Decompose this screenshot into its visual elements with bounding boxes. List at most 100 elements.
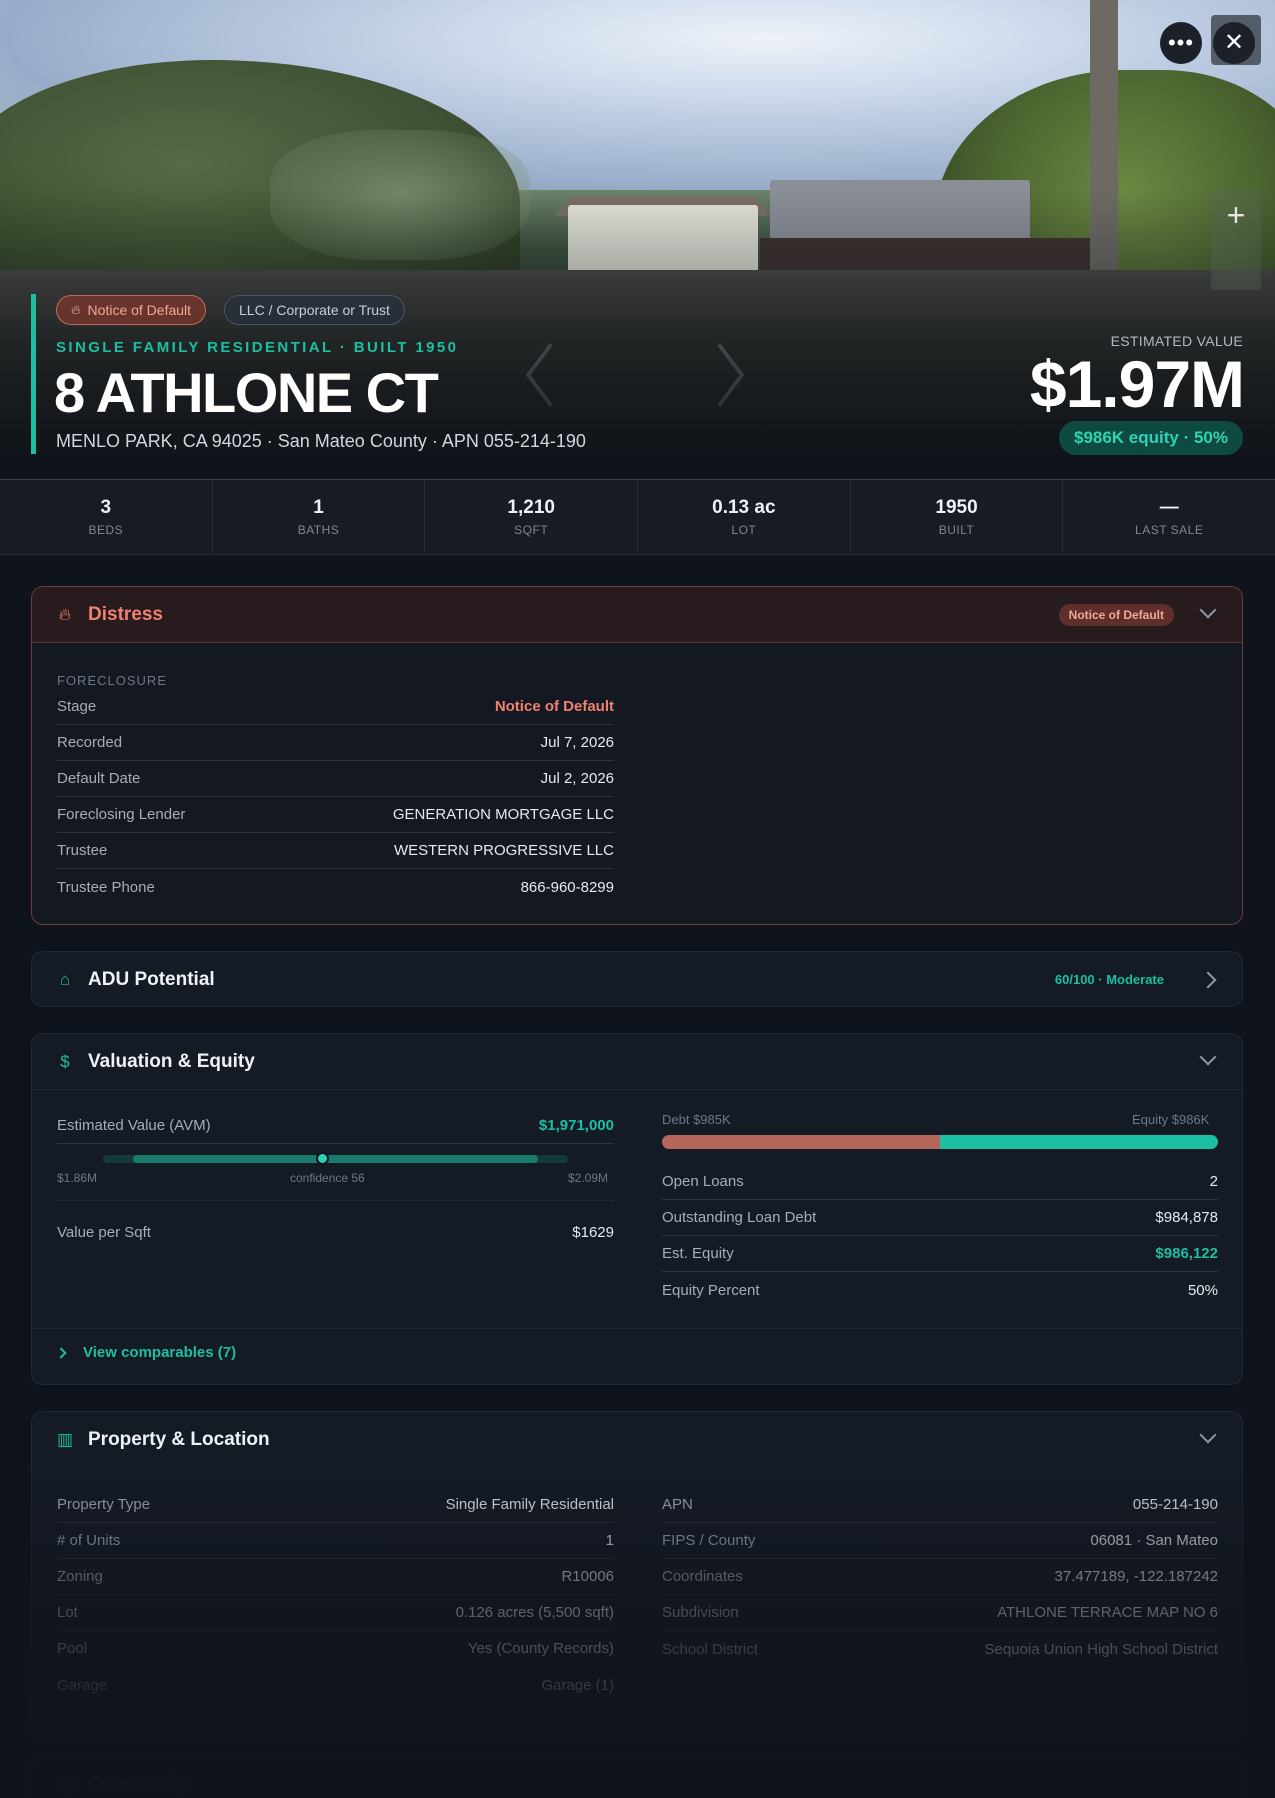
row-key: Foreclosing Lender [57, 806, 186, 823]
row-value: R10006 [561, 1568, 614, 1585]
row-key: Coordinates [662, 1568, 743, 1585]
chevron-right-icon [55, 1346, 67, 1359]
debt-equity-bar [662, 1135, 1218, 1149]
chevron-down-icon[interactable] [1199, 1048, 1217, 1066]
row-key: Subdivision [662, 1604, 739, 1621]
stat-label: BUILT [938, 523, 975, 537]
stat-sqft: 1,210 SQFT [425, 480, 639, 554]
row-value: Sequoia Union High School District [984, 1640, 1218, 1658]
property-location-line: MENLO PARK, CA 94025 · San Mateo County … [56, 431, 586, 451]
close-icon: ✕ [1223, 29, 1245, 56]
distress-row: Default Date Jul 2, 2026 [57, 761, 614, 797]
property-location-card: ▥ Property & Location Property Type Sing… [31, 1411, 1243, 1741]
stat-value: 1,210 [507, 497, 555, 518]
user-icon: ◯ [55, 1774, 75, 1793]
row-key: Property Type [57, 1496, 151, 1513]
stat-label: BEDS [88, 523, 124, 537]
chevron-down-icon[interactable] [1199, 1426, 1217, 1444]
ownership-title: Ownership [88, 1773, 187, 1794]
property-row: Pool Yes (County Records) [57, 1631, 614, 1667]
equity-row: Outstanding Loan Debt $984,878 [662, 1200, 1218, 1236]
valuation-header[interactable]: $ Valuation & Equity [32, 1034, 1242, 1090]
row-value: 2 [1209, 1173, 1218, 1190]
notice-of-default-tag: 🔥︎ Notice of Default [56, 295, 207, 325]
flame-icon: 🔥︎ [71, 302, 81, 317]
row-value: ATHLONE TERRACE MAP NO 6 [997, 1604, 1218, 1621]
divider [57, 1200, 614, 1201]
home-icon: ⌂ [59, 970, 71, 989]
adu-header[interactable]: ⌂ ADU Potential 60/100 · Moderate [32, 952, 1242, 1006]
dollar-icon: $ [60, 1051, 70, 1071]
row-key: # of Units [57, 1532, 121, 1549]
row-value: Yes (County Records) [467, 1640, 614, 1657]
divider [32, 1328, 1242, 1329]
chevron-right-icon[interactable] [1199, 971, 1217, 989]
adu-potential-card[interactable]: ⌂ ADU Potential 60/100 · Moderate [31, 951, 1243, 1007]
row-key: Pool [57, 1640, 88, 1657]
distress-row: Trustee WESTERN PROGRESSIVE LLC [57, 833, 614, 869]
row-key: Zoning [57, 1568, 103, 1585]
distress-row: Stage Notice of Default [57, 689, 614, 725]
chevron-down-icon[interactable] [1199, 601, 1217, 619]
property-row: Coordinates 37.477189, -122.187242 [662, 1559, 1218, 1595]
adu-title: ADU Potential [88, 969, 215, 990]
ownership-header[interactable]: ◯ Ownership [32, 1756, 1242, 1798]
distress-header[interactable]: 🔥︎ Distress Notice of Default [32, 587, 1242, 643]
distress-card: 🔥︎ Distress Notice of Default FORECLOSUR… [31, 586, 1243, 925]
property-row: FIPS / County 06081 · San Mateo [662, 1523, 1218, 1559]
stat-value: 0.13 ac [712, 497, 776, 518]
row-value: $1629 [572, 1223, 614, 1241]
property-header[interactable]: ▥ Property & Location [32, 1412, 1242, 1468]
row-key: Recorded [57, 734, 123, 751]
row-value: $984,878 [1155, 1209, 1218, 1226]
property-row: Garage Garage (1) [57, 1667, 614, 1703]
property-subtitle: SINGLE FAMILY RESIDENTIAL · BUILT 1950 [56, 339, 459, 356]
more-options-button[interactable]: ••• [1160, 22, 1202, 64]
row-key: Default Date [57, 770, 141, 787]
flame-icon: 🔥︎ [58, 604, 72, 624]
close-button[interactable]: ✕ [1213, 22, 1255, 64]
valuation-title: Valuation & Equity [88, 1050, 255, 1072]
tag-label: LLC / Corporate or Trust [239, 302, 390, 318]
stat-last-sale: — LAST SALE [1063, 480, 1275, 554]
row-value: 0.126 acres (5,500 sqft) [455, 1604, 614, 1621]
distress-row: Trustee Phone 866-960-8299 [57, 869, 614, 905]
zoom-control[interactable]: + [1211, 190, 1261, 290]
owner-type-tag: LLC / Corporate or Trust [224, 295, 405, 325]
property-title: Property & Location [88, 1429, 270, 1450]
row-key: APN [662, 1496, 693, 1513]
row-value: $986,122 [1155, 1245, 1218, 1262]
property-row: APN 055-214-190 [662, 1487, 1218, 1523]
row-key: Value per Sqft [57, 1223, 151, 1241]
tag-label: Notice of Default [87, 302, 192, 318]
avm-label: Estimated Value (AVM) [57, 1117, 211, 1134]
stat-value: 3 [100, 497, 112, 518]
row-key: School District [662, 1640, 758, 1658]
avm-low: $1.86M [57, 1171, 98, 1185]
equity-row: Open Loans 2 [662, 1164, 1218, 1200]
row-key: Trustee Phone [57, 878, 155, 896]
plus-icon[interactable]: + [1211, 190, 1261, 240]
stat-value: 1950 [935, 497, 978, 518]
avm-value: $1,971,000 [538, 1117, 614, 1134]
stat-beds: 3 BEDS [0, 480, 213, 554]
estimated-value: $1.97M [1029, 347, 1245, 421]
row-key: Open Loans [662, 1173, 744, 1190]
view-comparables-link[interactable]: View comparables (7) [55, 1344, 236, 1361]
debt-segment [662, 1135, 940, 1149]
stat-value: 1 [313, 497, 324, 518]
valuation-equity-card: $ Valuation & Equity Estimated Value (AV… [31, 1033, 1243, 1385]
avm-confidence-fill [133, 1155, 538, 1163]
row-key: Garage [57, 1676, 108, 1694]
stat-label: BATHS [297, 523, 340, 537]
more-horizontal-icon: ••• [1167, 30, 1195, 55]
row-value: Notice of Default [494, 698, 614, 715]
row-key: Outstanding Loan Debt [662, 1209, 817, 1226]
row-value: WESTERN PROGRESSIVE LLC [393, 842, 614, 859]
row-value: Single Family Residential [445, 1496, 614, 1513]
distress-badge: Notice of Default [1058, 604, 1174, 626]
avm-high: $2.09M [568, 1171, 609, 1185]
property-row: Property Type Single Family Residential [57, 1487, 614, 1523]
stat-lot: 0.13 ac LOT [638, 480, 851, 554]
equity-row: Equity Percent 50% [662, 1272, 1218, 1308]
